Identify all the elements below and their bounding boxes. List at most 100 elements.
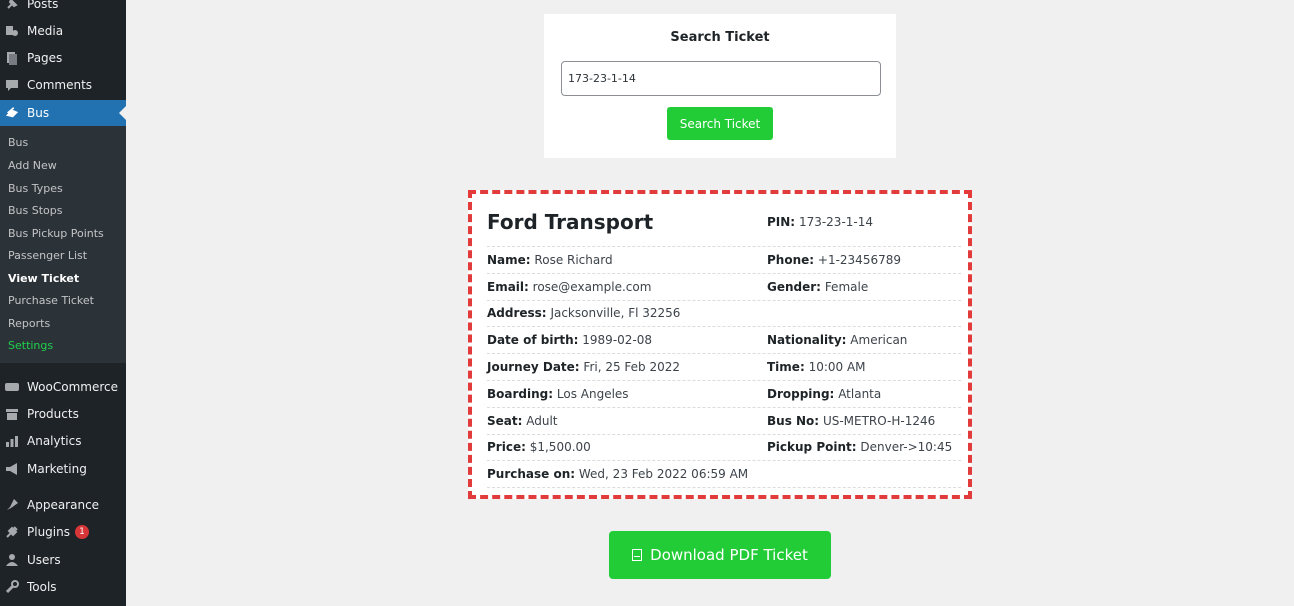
boarding-point: Boarding: Los Angeles — [487, 387, 629, 401]
menu-item-marketing[interactable]: Marketing — [0, 456, 126, 482]
seat-value: Adult — [526, 413, 558, 428]
ticket-card: Ford Transport PIN: 173-23-1-14 Name: Ro… — [468, 190, 972, 499]
menu-label: Users — [27, 553, 61, 567]
menu-label: Appearance — [27, 498, 100, 512]
menu-label: Comments — [27, 78, 93, 92]
woo-icon — [5, 380, 19, 394]
submenu-bus-pickup-points[interactable]: Bus Pickup Points — [8, 227, 104, 240]
journey-time: Time: 10:00 AM — [767, 360, 866, 374]
menu-item-analytics[interactable]: Analytics — [0, 428, 126, 454]
boarding-value: Los Angeles — [556, 386, 629, 401]
menu-item-tools[interactable]: Tools — [0, 574, 126, 600]
passenger-name: Name: Rose Richard — [487, 253, 613, 267]
menu-label: Media — [27, 24, 64, 38]
pickup-value: Denver->10:45 — [860, 440, 953, 455]
passenger-dob: Date of birth: 1989-02-08 — [487, 333, 652, 347]
ticket-row: Boarding: Los Angeles Dropping: Atlanta — [487, 381, 961, 408]
passenger-email: Email: rose@example.com — [487, 280, 651, 294]
submenu-settings[interactable]: Settings — [8, 339, 53, 352]
plugins-update-badge: 1 — [74, 525, 89, 539]
menu-item-bus[interactable]: Bus — [0, 100, 126, 126]
ticket-pin-input[interactable] — [561, 61, 881, 96]
boarding-label: Boarding: — [487, 386, 554, 401]
name-label: Name: — [487, 252, 531, 267]
ticket-row: Seat: Adult Bus No: US-METRO-H-1246 — [487, 408, 961, 435]
media-icon — [5, 24, 19, 38]
email-value: rose@example.com — [532, 279, 652, 294]
menu-label: Pages — [27, 51, 63, 65]
address-value: Jacksonville, Fl 32256 — [550, 306, 681, 321]
dropping-value: Atlanta — [838, 386, 882, 401]
submenu-reports[interactable]: Reports — [8, 317, 50, 330]
purchase-date: Purchase on: Wed, 23 Feb 2022 06:59 AM — [487, 467, 748, 481]
busno-label: Bus No: — [767, 413, 820, 428]
submenu-bus-types[interactable]: Bus Types — [8, 182, 63, 195]
megaphone-icon — [5, 462, 19, 476]
menu-item-products[interactable]: Products — [0, 401, 126, 427]
download-pdf-ticket-button[interactable]: Download PDF Ticket — [609, 531, 831, 579]
company-name: Ford Transport — [487, 210, 654, 234]
journey-label: Journey Date: — [487, 360, 580, 375]
dropping-point: Dropping: Atlanta — [767, 387, 881, 401]
time-value: 10:00 AM — [808, 360, 866, 375]
passenger-gender: Gender: Female — [767, 280, 868, 294]
ticket-header-row: Ford Transport PIN: 173-23-1-14 — [487, 198, 961, 247]
menu-item-plugins[interactable]: Plugins 1 — [0, 519, 126, 545]
busno-value: US-METRO-H-1246 — [822, 413, 936, 428]
ticket-row: Price: $1,500.00 Pickup Point: Denver->1… — [487, 435, 961, 462]
dropping-label: Dropping: — [767, 386, 835, 401]
search-ticket-title: Search Ticket — [670, 30, 770, 45]
submenu-add-new[interactable]: Add New — [8, 159, 57, 172]
ticket-row: Date of birth: 1989-02-08 Nationality: A… — [487, 327, 961, 355]
passenger-nationality: Nationality: American — [767, 333, 907, 347]
time-label: Time: — [767, 360, 805, 375]
menu-label: Posts — [27, 0, 59, 11]
seat-label: Seat: — [487, 413, 523, 428]
bus-number: Bus No: US-METRO-H-1246 — [767, 414, 935, 428]
plug-icon — [5, 525, 19, 539]
pdf-icon — [632, 549, 643, 561]
pickup-point: Pickup Point: Denver->10:45 — [767, 440, 952, 454]
ticket-row: Purchase on: Wed, 23 Feb 2022 06:59 AM — [487, 461, 961, 489]
menu-item-woocommerce[interactable]: WooCommerce — [0, 374, 126, 400]
menu-item-users[interactable]: Users — [0, 547, 126, 573]
address-label: Address: — [487, 306, 547, 321]
menu-label: Products — [27, 407, 79, 421]
user-icon — [5, 553, 19, 567]
submenu-bus-stops[interactable]: Bus Stops — [8, 204, 62, 217]
menu-label: Bus — [27, 106, 50, 120]
menu-item-comments[interactable]: Comments — [0, 72, 126, 98]
purchase-value: Wed, 23 Feb 2022 06:59 AM — [578, 467, 749, 482]
ticket-price: Price: $1,500.00 — [487, 440, 591, 454]
submenu-view-ticket[interactable]: View Ticket — [8, 272, 79, 285]
menu-item-pages[interactable]: Pages — [0, 45, 126, 71]
pin-value: 173-23-1-14 — [798, 215, 874, 229]
journey-value: Fri, 25 Feb 2022 — [583, 360, 681, 375]
admin-sidebar: Posts Media Pages Comments Bus Bus Add N… — [0, 0, 126, 606]
phone-value: +1-23456789 — [817, 252, 901, 267]
brush-icon — [5, 498, 19, 512]
dob-label: Date of birth: — [487, 333, 579, 348]
menu-item-appearance[interactable]: Appearance — [0, 492, 126, 518]
ticket-row: Address: Jacksonville, Fl 32256 — [487, 301, 961, 328]
submenu-bus[interactable]: Bus — [8, 136, 28, 149]
submenu-passenger-list[interactable]: Passenger List — [8, 249, 87, 262]
menu-item-posts[interactable]: Posts — [0, 0, 126, 17]
dob-value: 1989-02-08 — [582, 333, 653, 348]
menu-label: Plugins — [27, 525, 70, 539]
menu-item-media[interactable]: Media — [0, 18, 126, 44]
submenu-purchase-ticket[interactable]: Purchase Ticket — [8, 294, 94, 307]
journey-date: Journey Date: Fri, 25 Feb 2022 — [487, 360, 680, 374]
price-value: $1,500.00 — [529, 440, 591, 455]
phone-label: Phone: — [767, 252, 815, 267]
pages-icon — [5, 51, 19, 65]
pin-label: PIN: — [767, 215, 796, 229]
comment-icon — [5, 78, 19, 92]
pin-icon — [5, 0, 19, 11]
gender-value: Female — [824, 279, 869, 294]
search-ticket-card: Search Ticket Search Ticket — [544, 14, 896, 158]
bus-submenu: Bus Add New Bus Types Bus Stops Bus Pick… — [0, 126, 126, 363]
download-label: Download PDF Ticket — [650, 546, 808, 564]
purchase-label: Purchase on: — [487, 467, 576, 482]
search-ticket-button[interactable]: Search Ticket — [667, 107, 773, 140]
